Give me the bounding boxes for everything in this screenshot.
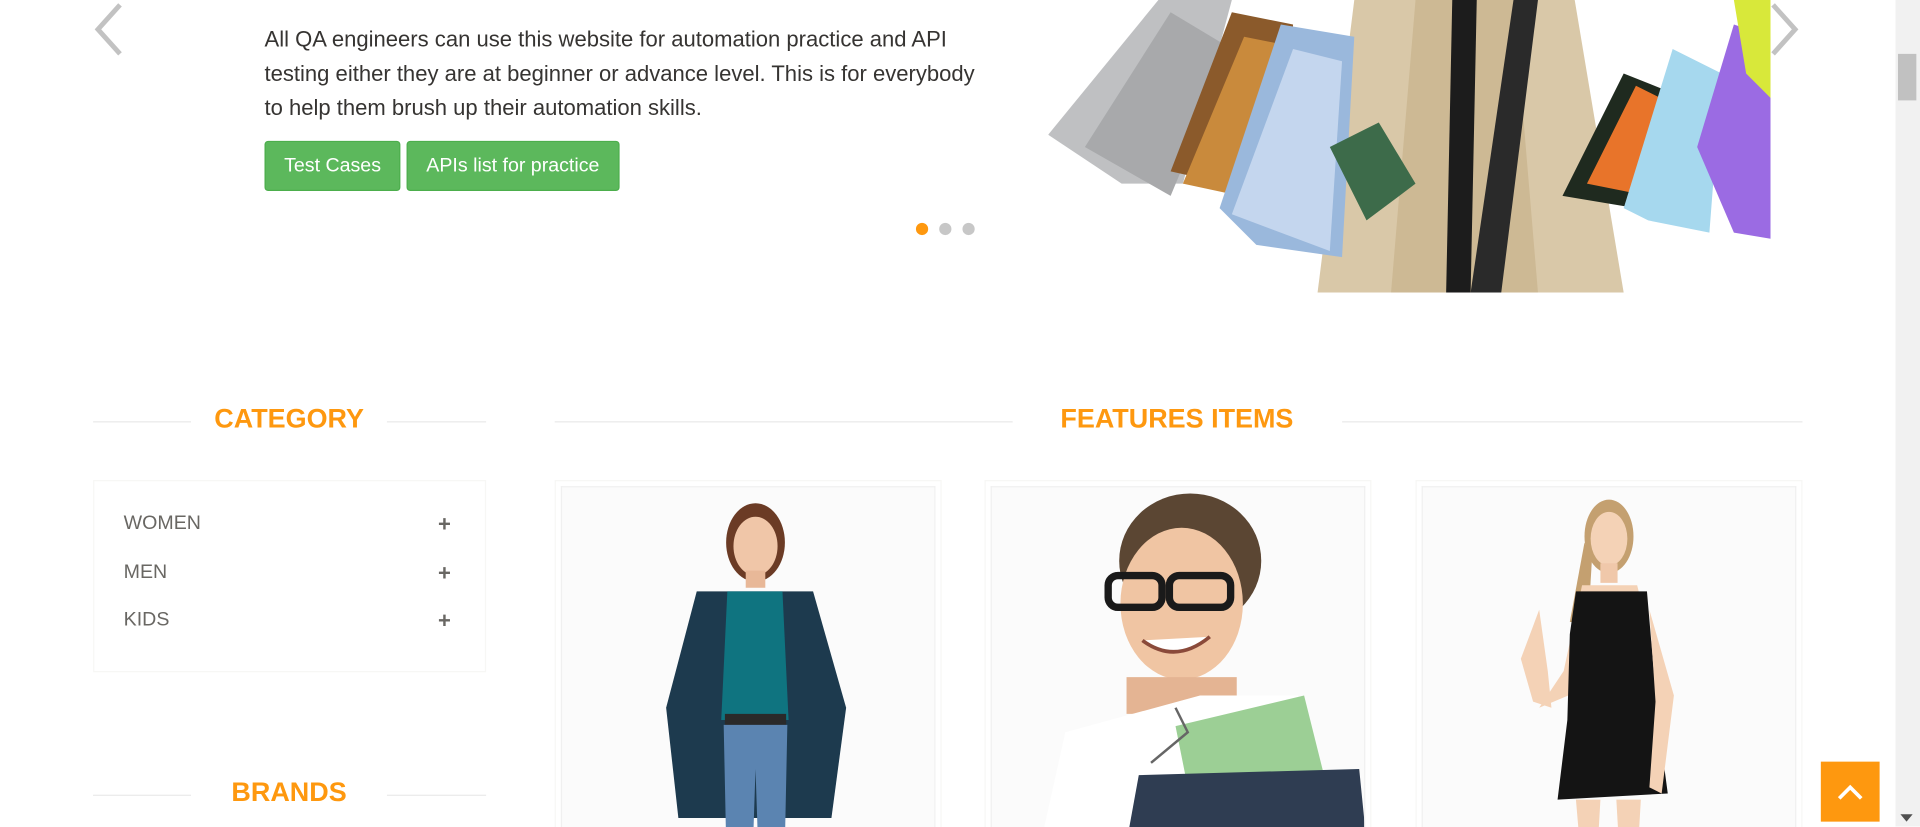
category-item-women[interactable]: WOMEN +: [124, 509, 455, 538]
chevron-right-icon: [1771, 3, 1799, 56]
scroll-down-arrow-icon[interactable]: [1900, 814, 1913, 822]
carousel-indicator-3[interactable]: [961, 221, 976, 237]
brands-title-line-left: [93, 794, 192, 796]
plus-icon[interactable]: +: [435, 560, 455, 586]
plus-icon[interactable]: +: [435, 608, 455, 634]
brands-title: Brands: [231, 776, 347, 807]
carousel-prev-button[interactable]: [91, 0, 128, 59]
test-cases-button[interactable]: Test Cases: [264, 140, 401, 192]
plus-icon[interactable]: +: [435, 511, 455, 537]
carousel-next-button[interactable]: [1766, 0, 1803, 59]
product-image: [560, 486, 936, 827]
category-panel: WOMEN + MEN + KIDS +: [93, 480, 487, 673]
chevron-up-icon: [1837, 784, 1863, 800]
apis-list-button[interactable]: APIs list for practice: [406, 140, 620, 192]
category-item-label[interactable]: MEN: [124, 562, 168, 584]
slider-buttons: Test Cases APIs list for practice: [264, 140, 620, 192]
category-title: Category: [214, 402, 364, 434]
product-card-3: [1415, 480, 1803, 827]
category-item-men[interactable]: MEN +: [124, 558, 455, 587]
carousel-indicator-1[interactable]: [914, 221, 930, 237]
carousel-indicators: [914, 221, 976, 237]
brands-title-line-right: [386, 794, 487, 796]
features-title-line-left: [554, 421, 1013, 423]
category-title-line-left: [93, 421, 192, 423]
page-scrollbar[interactable]: [1895, 0, 1920, 827]
slider-image: [1048, 0, 1771, 293]
chevron-left-icon: [94, 3, 122, 56]
product-image: [1421, 486, 1797, 827]
carousel-indicator-2[interactable]: [937, 221, 953, 237]
features-title: Features Items: [1060, 402, 1294, 434]
category-title-line-right: [386, 421, 487, 423]
category-item-kids[interactable]: KIDS +: [124, 606, 455, 635]
page: All QA engineers can use this website fo…: [0, 0, 1920, 827]
category-item-label[interactable]: KIDS: [124, 610, 170, 632]
product-card-2: [984, 480, 1372, 827]
product-image: [990, 486, 1366, 827]
features-title-line-right: [1342, 421, 1803, 423]
category-item-label[interactable]: WOMEN: [124, 513, 201, 535]
product-card-1: [554, 480, 942, 827]
scroll-up-button[interactable]: [1820, 761, 1880, 822]
scrollbar-thumb[interactable]: [1897, 53, 1917, 101]
slider-description: All QA engineers can use this website fo…: [264, 26, 975, 121]
